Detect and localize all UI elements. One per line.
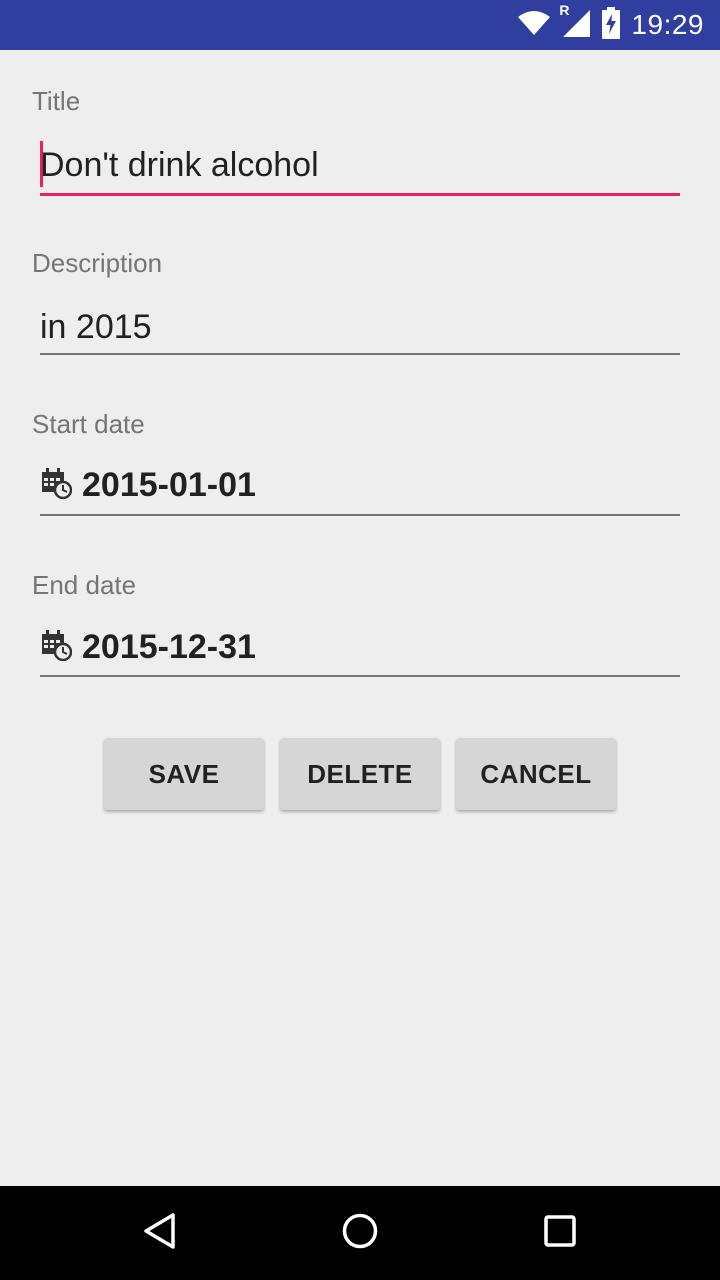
navigation-bar [0, 1186, 720, 1280]
description-underline [40, 353, 680, 355]
battery-charging-icon [601, 6, 621, 44]
home-button[interactable] [300, 1186, 420, 1280]
recents-button[interactable] [500, 1186, 620, 1280]
recents-icon [540, 1211, 580, 1256]
wifi-icon [517, 10, 551, 41]
start-date-underline [40, 514, 680, 516]
calendar-clock-icon [40, 629, 73, 666]
save-button[interactable]: SAVE [104, 738, 264, 810]
end-date-value: 2015-12-31 [82, 628, 256, 666]
start-date-value: 2015-01-01 [82, 466, 256, 504]
description-input[interactable]: in 2015 [40, 308, 152, 347]
cancel-button[interactable]: CANCEL [456, 738, 616, 810]
calendar-clock-icon [40, 467, 73, 504]
back-button[interactable] [100, 1186, 220, 1280]
end-date-underline [40, 675, 680, 677]
end-date-picker[interactable]: 2015-12-31 [40, 628, 256, 667]
title-label: Title [32, 86, 81, 116]
screen: R 19:29 Title Don't drink alcohol Descri… [0, 0, 720, 1280]
status-time: 19:29 [631, 9, 704, 40]
start-date-label: Start date [32, 409, 145, 439]
roaming-indicator: R [559, 1, 570, 18]
end-date-label: End date [32, 570, 137, 600]
status-bar: R 19:29 [0, 0, 720, 50]
start-date-picker[interactable]: 2015-01-01 [40, 466, 256, 505]
status-icons: R 19:29 [517, 0, 704, 50]
signal-roaming-icon: R [559, 2, 591, 43]
title-underline [40, 193, 680, 196]
back-icon [140, 1211, 180, 1256]
home-icon [340, 1211, 380, 1256]
title-input[interactable]: Don't drink alcohol [40, 146, 319, 185]
description-label: Description [32, 248, 163, 278]
delete-button[interactable]: DELETE [280, 738, 440, 810]
